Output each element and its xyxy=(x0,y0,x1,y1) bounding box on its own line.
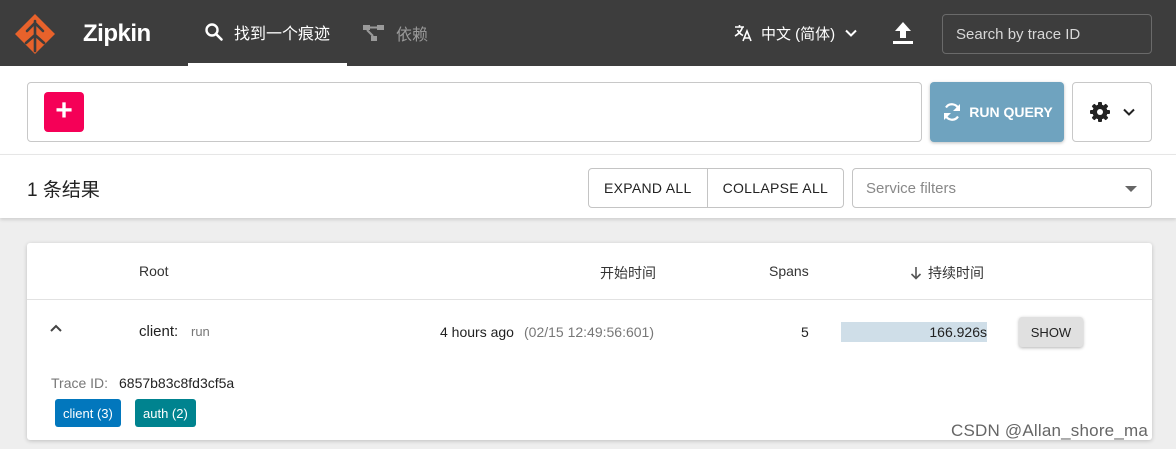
tab-dependencies[interactable]: 依赖 xyxy=(362,0,452,66)
start-time-relative: 4 hours ago xyxy=(440,324,514,340)
service-filter-placeholder: Service filters xyxy=(866,179,957,197)
span-count: 5 xyxy=(801,324,809,340)
chevron-down-icon xyxy=(845,29,857,37)
column-root[interactable]: Root xyxy=(139,263,169,279)
results-count: 1 条结果 xyxy=(27,180,100,201)
translate-icon xyxy=(734,25,752,42)
search-icon xyxy=(205,22,223,41)
chevron-up-icon[interactable] xyxy=(49,323,63,333)
trace-id-search-input[interactable] xyxy=(942,14,1152,54)
column-spans[interactable]: Spans xyxy=(769,263,809,279)
add-criteria-button[interactable]: + xyxy=(44,92,84,132)
service-badge-auth[interactable]: auth (2) xyxy=(135,399,196,427)
column-duration-label: 持续时间 xyxy=(928,265,984,281)
service-badge-client[interactable]: client (3) xyxy=(55,399,121,427)
gear-icon xyxy=(1090,102,1110,122)
refresh-icon xyxy=(944,103,961,121)
root-span-name: run xyxy=(191,324,210,339)
dropdown-caret-icon xyxy=(1125,186,1137,192)
top-app-bar: Zipkin 找到一个痕迹 依赖 中文 (简体) xyxy=(0,0,1176,66)
language-selector[interactable]: 中文 (简体) xyxy=(733,0,865,66)
results-toolbar: 1 条结果 EXPAND ALL COLLAPSE ALL Service fi… xyxy=(0,154,1176,218)
table-header: Root 开始时间 Spans 持续时间 xyxy=(27,243,1152,300)
duration-value: 166.926s xyxy=(929,324,987,340)
upload-icon[interactable] xyxy=(890,20,916,46)
query-bar: + RUN QUERY xyxy=(0,66,1176,154)
collapse-all-button[interactable]: COLLAPSE ALL xyxy=(706,169,844,207)
column-duration[interactable]: 持续时间 xyxy=(910,263,984,283)
search-criteria-field[interactable]: + xyxy=(27,82,922,142)
column-start-time[interactable]: 开始时间 xyxy=(600,263,656,283)
zipkin-logo-icon[interactable] xyxy=(14,13,56,55)
trace-id-value: 6857b83c8fd3cf5a xyxy=(119,375,235,391)
settings-menu-button[interactable] xyxy=(1072,82,1152,142)
chevron-down-icon xyxy=(1123,108,1135,116)
tab-find-trace-label: 找到一个痕迹 xyxy=(234,25,331,43)
trace-id-label: Trace ID: xyxy=(51,375,109,391)
trace-results-table: Root 开始时间 Spans 持续时间 client: run 4 hours… xyxy=(27,243,1152,440)
run-query-button[interactable]: RUN QUERY xyxy=(930,82,1064,142)
tab-dependencies-label: 依赖 xyxy=(396,27,429,44)
sort-arrow-down-icon xyxy=(910,267,922,280)
show-trace-button[interactable]: SHOW xyxy=(1019,317,1083,347)
run-query-label: RUN QUERY xyxy=(969,104,1053,120)
expand-collapse-group: EXPAND ALL COLLAPSE ALL xyxy=(588,168,845,208)
expand-all-button[interactable]: EXPAND ALL xyxy=(589,169,707,207)
root-service-name: client: xyxy=(139,323,179,340)
tab-find-trace[interactable]: 找到一个痕迹 xyxy=(188,0,347,66)
start-time-absolute: (02/15 12:49:56:601) xyxy=(524,324,654,340)
brand-name[interactable]: Zipkin xyxy=(83,20,151,48)
watermark: CSDN @Allan_shore_ma xyxy=(951,421,1149,440)
language-label: 中文 (简体) xyxy=(761,25,836,43)
dependencies-icon xyxy=(363,25,384,41)
service-filter-select[interactable]: Service filters xyxy=(852,168,1152,208)
